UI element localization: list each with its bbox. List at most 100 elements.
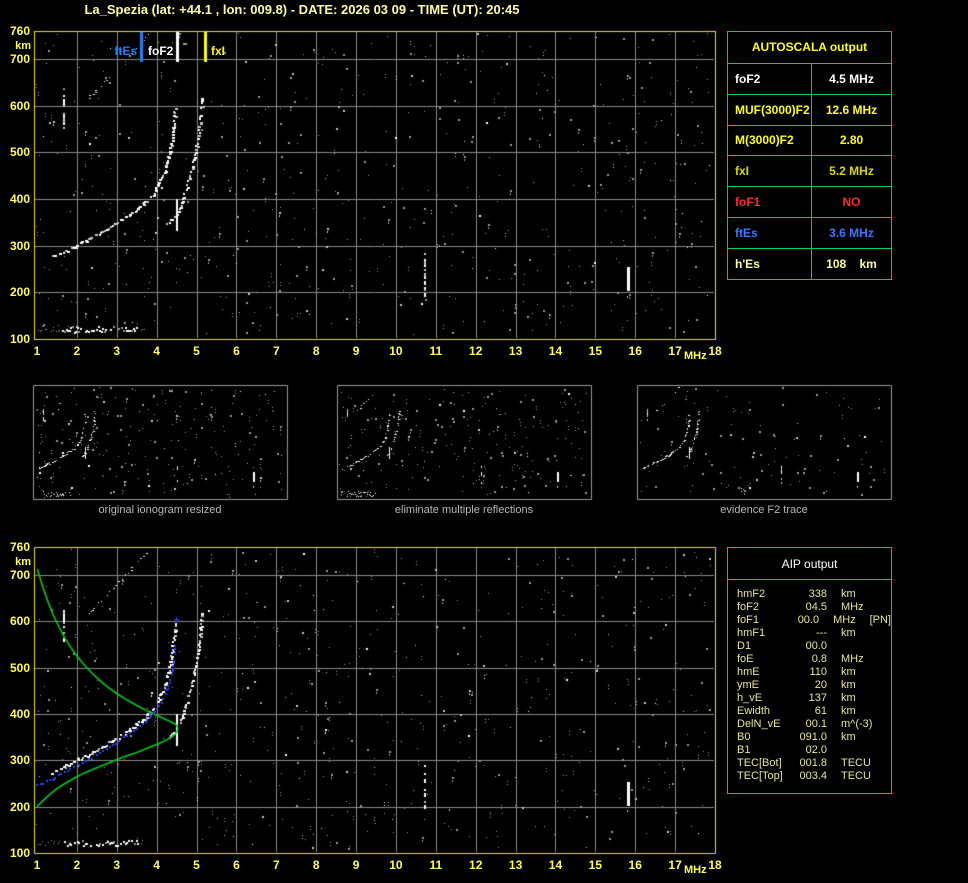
x-axis-tick: 16 bbox=[628, 344, 642, 358]
aip-row-note: [PN] bbox=[869, 614, 891, 626]
y-axis-tick: 760 bbox=[9, 540, 30, 554]
aip-row-value: 00.1 bbox=[805, 718, 827, 730]
aip-row-tecbot: TEC[Bot] 001.8 TECU bbox=[737, 757, 891, 770]
aip-output-table: AIP output hmF2 338 km foF2 04.5 MHz foF1 00.0 M… bbox=[727, 547, 892, 794]
y-axis-tick: 300 bbox=[9, 238, 30, 253]
x-axis-tick: 1 bbox=[33, 858, 41, 872]
aip-row-delnve: DelN_vE 00.1 m^(-3) bbox=[737, 718, 891, 731]
aip-row-value: 04.5 bbox=[805, 601, 827, 613]
aip-row-unit: km bbox=[841, 705, 856, 717]
aip-row-value: 110 bbox=[809, 666, 827, 678]
aip-row-tectop: TEC[Top] 003.4 TECU bbox=[737, 770, 891, 783]
aip-row-value: 001.8 bbox=[799, 757, 827, 769]
aip-row-unit: km bbox=[841, 731, 856, 743]
autoscala-row-value: 2.80 bbox=[839, 133, 864, 148]
aip-row-hmf2: hmF2 338 km bbox=[737, 588, 891, 601]
aip-row-label: foF2 bbox=[737, 601, 760, 613]
autoscala-row-muf3000f2: MUF(3000)F2 12.6 MHz bbox=[728, 94, 891, 126]
aip-row-hve: h_vE 137 km bbox=[737, 692, 891, 705]
x-axis-tick: 10 bbox=[389, 858, 403, 872]
y-axis-tick: 600 bbox=[9, 614, 30, 629]
x-axis-tick: 6 bbox=[233, 858, 240, 872]
marker-label-fof2: foF2 bbox=[148, 44, 174, 58]
x-axis-tick: 11 bbox=[429, 858, 443, 872]
autoscala-row-fof2: foF2 4.5 MHz bbox=[728, 63, 891, 95]
autoscala-row-label: foF2 bbox=[728, 63, 812, 94]
y-axis-unit: km bbox=[15, 556, 31, 568]
aip-row-value: 00.0 bbox=[805, 640, 827, 652]
aip-row-b0: B0 091.0 km bbox=[737, 731, 891, 744]
aip-row-value: 0.8 bbox=[811, 653, 827, 665]
aip-row-value: 137 bbox=[808, 692, 827, 704]
autoscala-table-title: AUTOSCALA output bbox=[728, 32, 891, 64]
autoscala-row-value: 4.5 MHz bbox=[829, 71, 874, 86]
y-axis-tick: 600 bbox=[9, 98, 30, 113]
aip-row-label: foF1 bbox=[737, 614, 760, 626]
y-axis-tick: 500 bbox=[9, 145, 30, 160]
aip-row-label: hmF1 bbox=[737, 627, 766, 639]
aip-row-value: 20 bbox=[814, 679, 827, 691]
x-axis-tick: 12 bbox=[469, 344, 483, 358]
aip-row-label: hmF2 bbox=[737, 588, 766, 600]
aip-row-label: foE bbox=[737, 653, 754, 665]
x-axis-tick: 1 bbox=[33, 344, 41, 358]
y-axis-tick: 200 bbox=[9, 799, 30, 814]
x-axis-tick: 3 bbox=[113, 858, 121, 872]
x-axis-tick: 5 bbox=[193, 858, 200, 872]
autoscala-output-table: AUTOSCALA output foF2 4.5 MHz MUF(3000)F2 1… bbox=[727, 31, 892, 280]
autoscala-row-m3000f2: M(3000)F2 2.80 bbox=[728, 125, 891, 157]
aip-row-label: B0 bbox=[737, 731, 751, 743]
x-axis-tick: 3 bbox=[113, 344, 121, 358]
x-axis-tick: 7 bbox=[272, 344, 280, 358]
y-axis-tick: 700 bbox=[9, 567, 30, 582]
aip-row-label: h_vE bbox=[737, 692, 763, 704]
autoscala-row-label: ftEs bbox=[728, 218, 812, 249]
thumbnail-caption: original ionogram resized bbox=[98, 504, 222, 516]
x-axis-tick: 16 bbox=[628, 858, 642, 872]
aip-row-label: TEC[Bot] bbox=[737, 757, 782, 769]
x-axis-tick: 15 bbox=[588, 344, 603, 358]
aip-row-value: 338 bbox=[808, 588, 827, 600]
aip-row-unit: MHz bbox=[833, 614, 856, 626]
x-axis-tick: 8 bbox=[312, 858, 320, 872]
autoscala-row-label: fxI bbox=[728, 156, 812, 187]
autoscala-row-label: foF1 bbox=[728, 187, 812, 218]
x-axis-tick: 2 bbox=[73, 858, 81, 872]
thumbnail-caption: eliminate multiple reflections bbox=[394, 504, 534, 516]
aip-row-label: TEC[Top] bbox=[737, 770, 783, 782]
aip-row-value: 61 bbox=[814, 705, 827, 717]
aip-row-unit: km bbox=[841, 679, 856, 691]
aip-row-fof2: foF2 04.5 MHz bbox=[737, 601, 891, 614]
y-axis-tick: 700 bbox=[9, 52, 30, 66]
aip-row-label: ymE bbox=[737, 679, 759, 691]
autoscala-row-label: MUF(3000)F2 bbox=[728, 94, 812, 125]
x-axis-tick: 4 bbox=[153, 858, 160, 872]
aip-row-label: D1 bbox=[737, 640, 752, 652]
aip-row-ewidth: Ewidth 61 km bbox=[737, 705, 891, 718]
x-axis-tick: 9 bbox=[352, 344, 360, 358]
y-axis-tick: 400 bbox=[9, 192, 30, 206]
autoscala-table-body: foF2 4.5 MHz MUF(3000)F2 12.6 MHz M(3000)F2 2… bbox=[728, 63, 891, 279]
autoscala-row-value: 3.6 MHz bbox=[829, 226, 874, 241]
aip-row-yme: ymE 20 km bbox=[737, 679, 891, 692]
aip-row-unit: m^(-3) bbox=[841, 718, 873, 730]
aip-row-unit: TECU bbox=[841, 757, 871, 769]
x-axis-tick: 12 bbox=[469, 858, 483, 872]
autoscala-row-fof1: foF1 NO bbox=[728, 187, 891, 219]
aip-row-unit: km bbox=[841, 588, 856, 600]
aip-row-b1: B1 02.0 bbox=[737, 744, 891, 757]
autoscala-row-ftes: ftEs 3.6 MHz bbox=[728, 218, 891, 250]
x-axis-tick: 10 bbox=[389, 344, 403, 358]
autoscala-row-value: 5.2 MHz bbox=[829, 164, 874, 179]
y-axis-tick: 760 bbox=[9, 24, 30, 38]
x-axis-tick: 9 bbox=[352, 858, 360, 872]
x-axis-tick: 6 bbox=[233, 344, 240, 358]
aip-row-unit bbox=[841, 640, 881, 653]
autoscala-row-label: h'Es bbox=[728, 249, 812, 279]
aip-row-unit: km bbox=[841, 666, 856, 678]
autoscala-row-hes: h'Es 108 km bbox=[728, 249, 891, 279]
aip-row-hmf1: hmF1 --- km bbox=[737, 627, 891, 640]
x-axis-tick: 15 bbox=[588, 858, 603, 872]
x-axis-tick: 7 bbox=[272, 858, 280, 872]
aip-row-unit: km bbox=[841, 627, 856, 639]
